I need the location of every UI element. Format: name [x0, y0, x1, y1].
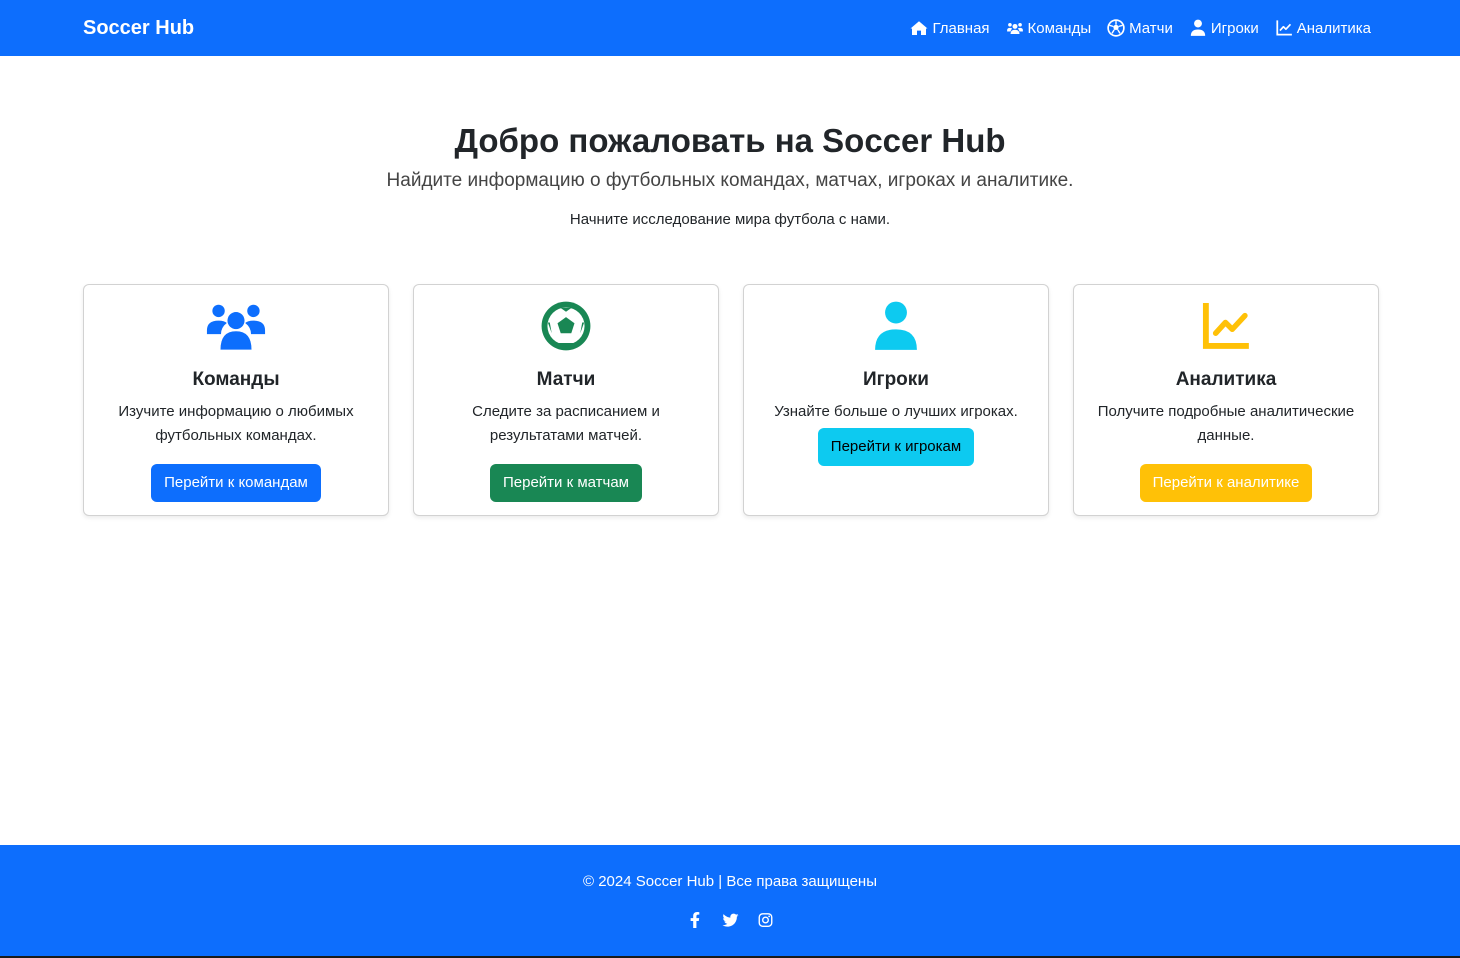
card-title: Команды: [192, 369, 280, 390]
facebook-icon: [690, 912, 700, 928]
card-players: Игроки Узнайте больше о лучших игроках. …: [743, 284, 1049, 516]
social-links: [0, 911, 1460, 929]
futbol-icon: [1107, 19, 1125, 37]
chart-line-icon: [1202, 302, 1249, 349]
users-icon: [1006, 22, 1023, 35]
card-teams: Команды Изучите информацию о любимых фут…: [83, 284, 389, 516]
card-text: Изучите информацию о любимых футбольных …: [118, 403, 354, 444]
go-to-analytics-button[interactable]: Перейти к аналитике: [1139, 464, 1313, 502]
copyright: © 2024 Soccer Hub | Все права защищены: [582, 873, 877, 890]
hero: Добро пожаловать на Soccer Hub Найдите и…: [0, 118, 1460, 231]
navbar: Soccer Hub Главная Команды Матчи Игроки …: [0, 0, 1460, 56]
go-to-players-button[interactable]: Перейти к игрокам: [817, 428, 975, 466]
feature-cards: Команды Изучите информацию о любимых фут…: [83, 284, 1379, 516]
go-to-teams-button[interactable]: Перейти к командам: [151, 464, 321, 502]
users-icon: [206, 304, 266, 350]
nav-links: Главная Команды Матчи Игроки Аналитика: [910, 0, 1371, 56]
nav-item-label: Команды: [1027, 19, 1092, 37]
chart-line-icon: [1276, 20, 1292, 36]
nav-item-teams[interactable]: Команды: [1006, 19, 1092, 37]
user-icon: [1190, 19, 1206, 36]
footer: © 2024 Soccer Hub | Все права защищены: [0, 845, 1460, 958]
nav-item-matches[interactable]: Матчи: [1107, 19, 1173, 37]
user-icon: [875, 301, 917, 350]
nav-item-label: Главная: [932, 19, 990, 37]
twitter-link[interactable]: [721, 911, 739, 929]
instagram-link[interactable]: [756, 911, 774, 929]
card-matches: Матчи Следите за расписанием и результат…: [413, 284, 719, 516]
twitter-icon: [722, 913, 738, 927]
card-title: Игроки: [863, 369, 929, 390]
card-title: Матчи: [536, 369, 596, 390]
page-title: Добро пожаловать на Soccer Hub: [454, 122, 1006, 159]
card-text: Узнайте больше о лучших игроках.: [774, 403, 1018, 420]
home-icon: [910, 21, 928, 35]
nav-item-label: Матчи: [1129, 19, 1173, 37]
nav-item-home[interactable]: Главная: [910, 19, 990, 37]
card-text: Получите подробные аналитические данные.: [1097, 403, 1355, 444]
nav-item-label: Игроки: [1210, 19, 1259, 37]
card-analytics: Аналитика Получите подробные аналитическ…: [1073, 284, 1379, 516]
facebook-link[interactable]: [686, 911, 704, 929]
card-title: Аналитика: [1175, 369, 1277, 390]
instagram-icon: [758, 913, 772, 927]
brand-logo[interactable]: Soccer Hub: [83, 0, 194, 56]
hero-lead: Найдите информацию о футбольных командах…: [386, 170, 1074, 191]
go-to-matches-button[interactable]: Перейти к матчам: [490, 464, 642, 502]
hero-subtitle: Начните исследование мира футбола с нами…: [569, 211, 891, 228]
card-text: Следите за расписанием и результатами ма…: [472, 403, 660, 444]
futbol-icon: [541, 301, 591, 351]
nav-item-players[interactable]: Игроки: [1189, 19, 1259, 37]
nav-item-label: Аналитика: [1296, 19, 1371, 37]
nav-item-analytics[interactable]: Аналитика: [1275, 19, 1371, 37]
